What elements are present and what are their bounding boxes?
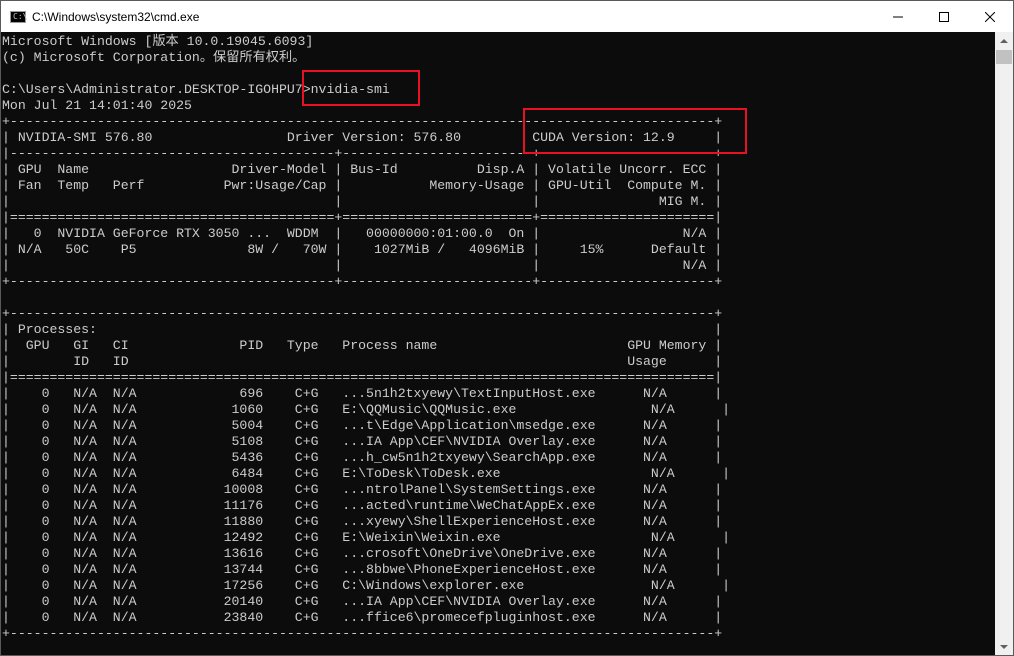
console-line: Mon Jul 21 14:01:40 2025 (2, 98, 192, 113)
console-line: | N/A 50C P5 8W / 70W | 1027MiB / 4096Mi… (2, 242, 723, 257)
console-line: | 0 N/A N/A 20140 C+G ...IA App\CEF\NVID… (2, 594, 723, 609)
console-line: | 0 NVIDIA GeForce RTX 3050 ... WDDM | 0… (2, 226, 723, 241)
close-button[interactable] (967, 1, 1013, 32)
close-icon (985, 11, 995, 22)
console-line: | 0 N/A N/A 13616 C+G ...crosoft\OneDriv… (2, 546, 723, 561)
cmd-icon: C:\ (10, 10, 28, 23)
console-line: |=======================================… (2, 210, 723, 225)
console-line: | 0 N/A N/A 12492 C+G E:\Weixin\Weixin.e… (2, 530, 731, 545)
title-bar[interactable]: C:\ C:\Windows\system32\cmd.exe (1, 1, 1013, 32)
console-line: | 0 N/A N/A 11880 C+G ...xyewy\ShellExpe… (2, 514, 723, 529)
minimize-icon (893, 16, 903, 17)
console-line: +---------------------------------------… (2, 274, 723, 289)
scroll-up-arrow-icon (1000, 38, 1008, 43)
console-line: | ID ID Usage | (2, 354, 723, 369)
minimize-button[interactable] (875, 1, 921, 32)
vertical-scrollbar[interactable] (995, 32, 1013, 655)
scroll-down-arrow-icon (1000, 644, 1008, 649)
maximize-icon (939, 11, 949, 22)
console-line: |=======================================… (2, 370, 723, 385)
highlight-cuda-version (523, 108, 747, 154)
console-line: | 0 N/A N/A 13744 C+G ...8bbwe\PhoneExpe… (2, 562, 723, 577)
console-line: | 0 N/A N/A 696 C+G ...5n1h2txyewy\TextI… (2, 386, 723, 401)
cmd-icon-text: C:\ (13, 11, 28, 21)
console-line: | Fan Temp Perf Pwr:Usage/Cap | Memory-U… (2, 178, 723, 193)
console-line: | 0 N/A N/A 11176 C+G ...acted\runtime\W… (2, 498, 723, 513)
highlight-command (302, 70, 420, 106)
maximize-button[interactable] (921, 1, 967, 32)
console-line: +---------------------------------------… (2, 306, 723, 321)
console-line: | GPU GI CI PID Type Process name GPU Me… (2, 338, 723, 353)
console-line: | 0 N/A N/A 23840 C+G ...ffice6\promecef… (2, 610, 723, 625)
scroll-thumb[interactable] (996, 50, 1012, 64)
console-line: | 0 N/A N/A 1060 C+G E:\QQMusic\QQMusic.… (2, 402, 731, 417)
scroll-down-button[interactable] (995, 638, 1013, 655)
console-line: | 0 N/A N/A 5108 C+G ...IA App\CEF\NVIDI… (2, 434, 723, 449)
console-line: | 0 N/A N/A 5004 C+G ...t\Edge\Applicati… (2, 418, 723, 433)
window-title: C:\Windows\system32\cmd.exe (32, 9, 200, 24)
console-line: | 0 N/A N/A 17256 C+G C:\Windows\explore… (2, 578, 731, 593)
console-line: (c) Microsoft Corporation。保留所有权利。 (2, 50, 306, 65)
console-line: | | | N/A | (2, 258, 723, 273)
cmd-window: C:\ C:\Windows\system32\cmd.exe Microsof… (0, 0, 1014, 656)
console-line: | 0 N/A N/A 10008 C+G ...ntrolPanel\Syst… (2, 482, 723, 497)
console-line: | GPU Name Driver-Model | Bus-Id Disp.A … (2, 162, 723, 177)
console-line: Microsoft Windows [版本 10.0.19045.6093] (2, 34, 314, 49)
console-line: | 0 N/A N/A 5436 C+G ...h_cw5n1h2txyewy\… (2, 450, 723, 465)
console-line: | 0 N/A N/A 6484 C+G E:\ToDesk\ToDesk.ex… (2, 466, 731, 481)
window-controls (875, 1, 1013, 32)
console-line: | | | MIG M. | (2, 194, 723, 209)
console-line: +---------------------------------------… (2, 626, 723, 641)
console-line: | Processes: | (2, 322, 723, 337)
console-output[interactable]: Microsoft Windows [版本 10.0.19045.6093] (c… (1, 32, 995, 655)
scroll-up-button[interactable] (995, 32, 1013, 49)
